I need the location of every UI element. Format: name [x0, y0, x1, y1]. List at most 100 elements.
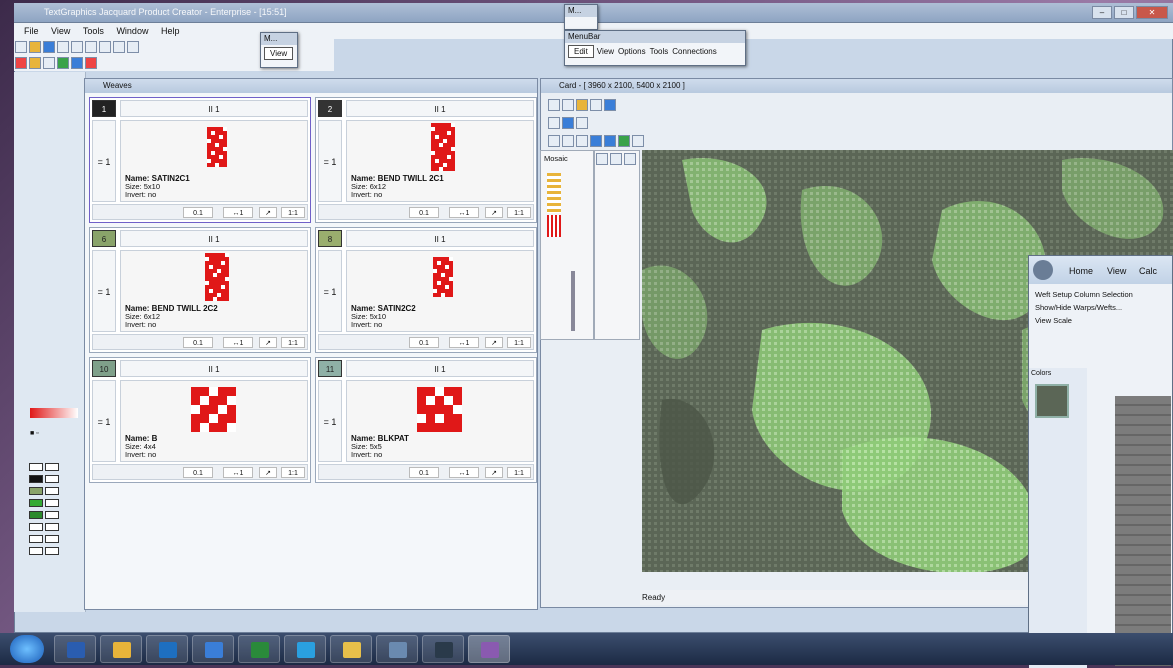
- swatch-dark-green[interactable]: [29, 511, 43, 519]
- tool-icon[interactable]: [85, 41, 97, 53]
- float-menu-connections[interactable]: Connections: [672, 47, 716, 56]
- line-icon[interactable]: [576, 117, 588, 129]
- tool-icon[interactable]: [590, 135, 602, 147]
- weave-shift[interactable]: ↔1: [449, 467, 479, 478]
- new-icon[interactable]: [15, 41, 27, 53]
- weave-scale[interactable]: 1:1: [281, 337, 305, 348]
- color-slider[interactable]: [30, 408, 78, 418]
- start-button[interactable]: [10, 635, 44, 663]
- tool-icon[interactable]: [113, 41, 125, 53]
- float-menu-tools[interactable]: Tools: [650, 47, 669, 56]
- weave-fill-icon[interactable]: [576, 99, 588, 111]
- view-button[interactable]: View: [264, 47, 294, 60]
- weave-cell-11[interactable]: 11 II 1 = 1 Name: BLKPAT Size: 5x5 Invert:…: [315, 357, 537, 483]
- card-icon[interactable]: [29, 57, 41, 69]
- swatch-olive[interactable]: [29, 487, 43, 495]
- weave-scale[interactable]: 1:1: [281, 207, 305, 218]
- weave-cell-8[interactable]: 8 II 1 = 1 Name: SATIN2C2 Size: 5x10 Inver…: [315, 227, 537, 353]
- minimize-button[interactable]: –: [1092, 6, 1112, 19]
- tool-icon[interactable]: [596, 153, 608, 165]
- select-icon[interactable]: [548, 99, 560, 111]
- tool-icon[interactable]: [562, 135, 574, 147]
- tool-icon[interactable]: [43, 57, 55, 69]
- tool-icon[interactable]: [57, 41, 69, 53]
- weave-scale[interactable]: 1:1: [507, 337, 531, 348]
- weave-cell-1[interactable]: 1 II 1 = 1 Name: SATIN2C1 Size: 5x10 Inver…: [89, 97, 311, 223]
- swatch-toggle[interactable]: [45, 487, 59, 495]
- weave-shift[interactable]: ↔1: [449, 337, 479, 348]
- weave-cell-2[interactable]: 2 II 1 = 1 Name: BEND TWILL 2C1 Size: 6x1…: [315, 97, 537, 223]
- weave-offset[interactable]: 0.1: [409, 207, 439, 218]
- weave-shift[interactable]: ↔1: [223, 337, 253, 348]
- current-color[interactable]: [1035, 384, 1069, 418]
- palette-icon[interactable]: [57, 57, 69, 69]
- weave-shift[interactable]: ↔1: [223, 467, 253, 478]
- menu-file[interactable]: File: [24, 23, 39, 39]
- swatch-toggle[interactable]: [45, 547, 59, 555]
- swatch-empty[interactable]: [29, 535, 43, 543]
- pen-icon[interactable]: [562, 117, 574, 129]
- pointer-icon[interactable]: [548, 117, 560, 129]
- weave-scale[interactable]: 1:1: [281, 467, 305, 478]
- swatch-toggle[interactable]: [45, 475, 59, 483]
- weave-offset[interactable]: 0.1: [183, 207, 213, 218]
- swatch-toggle[interactable]: [45, 535, 59, 543]
- swatch-toggle[interactable]: [45, 463, 59, 471]
- tool-icon[interactable]: [71, 41, 83, 53]
- weave-offset[interactable]: 0.1: [409, 467, 439, 478]
- network-icon[interactable]: [192, 635, 234, 663]
- mosaic-slider[interactable]: [571, 271, 575, 331]
- swatch-empty[interactable]: [29, 547, 43, 555]
- menu-help[interactable]: Help: [161, 23, 180, 39]
- swatch-toggle[interactable]: [45, 523, 59, 531]
- menu-view[interactable]: View: [51, 23, 70, 39]
- explorer-icon[interactable]: [330, 635, 372, 663]
- tool-icon[interactable]: [590, 99, 602, 111]
- tool-icon[interactable]: [618, 135, 630, 147]
- excel-icon[interactable]: [238, 635, 280, 663]
- printer-icon[interactable]: [376, 635, 418, 663]
- tab-home[interactable]: Home: [1069, 266, 1093, 276]
- word-icon[interactable]: [54, 635, 96, 663]
- app-orb-icon[interactable]: [1033, 260, 1053, 280]
- menu-tools[interactable]: Tools: [83, 23, 104, 39]
- tool-icon[interactable]: [604, 135, 616, 147]
- tab-calc[interactable]: Calc: [1139, 266, 1157, 276]
- weave-edit-icon[interactable]: ↗: [259, 207, 277, 218]
- globe-icon[interactable]: [71, 57, 83, 69]
- weave-offset[interactable]: 0.1: [409, 337, 439, 348]
- swatch-toggle[interactable]: [45, 499, 59, 507]
- weave-cell-6[interactable]: 6 II 1 = 1 Name: BEND TWILL 2C2 Size: 6x1…: [89, 227, 311, 353]
- weave-cell-10[interactable]: 10 II 1 = 1 Name: B Size: 4x4 Invert: no 0…: [89, 357, 311, 483]
- menu-window[interactable]: Window: [116, 23, 148, 39]
- weave-icon[interactable]: [15, 57, 27, 69]
- save-icon[interactable]: [43, 41, 55, 53]
- swatch-empty[interactable]: [29, 523, 43, 531]
- swatch-toggle[interactable]: [45, 511, 59, 519]
- folder-icon[interactable]: [100, 635, 142, 663]
- ribbon-item-weft-setup[interactable]: Weft Setup Column Selection: [1035, 288, 1166, 301]
- open-icon[interactable]: [29, 41, 41, 53]
- ribbon-item-show-hide[interactable]: Show/Hide Warps/Wefts...: [1035, 301, 1166, 314]
- tool-icon[interactable]: [624, 153, 636, 165]
- swatch-white[interactable]: [29, 463, 43, 471]
- swatch-black[interactable]: [29, 475, 43, 483]
- tool-icon[interactable]: [610, 153, 622, 165]
- maximize-button[interactable]: □: [1114, 6, 1134, 19]
- weave-scale[interactable]: 1:1: [507, 467, 531, 478]
- tool-icon[interactable]: [632, 135, 644, 147]
- tab-view[interactable]: View: [1107, 266, 1126, 276]
- float-menu-options[interactable]: Options: [618, 47, 646, 56]
- close-button[interactable]: ✕: [1136, 6, 1168, 19]
- ribbon-item-view-scale[interactable]: View Scale: [1035, 314, 1166, 327]
- outlook-icon[interactable]: [146, 635, 188, 663]
- swatch-green[interactable]: [29, 499, 43, 507]
- float-menu-view[interactable]: View: [597, 47, 614, 56]
- tool-icon[interactable]: [576, 135, 588, 147]
- grid-icon[interactable]: [562, 99, 574, 111]
- weave-shift[interactable]: ↔1: [223, 207, 253, 218]
- grid-icon[interactable]: [85, 57, 97, 69]
- weave-shift[interactable]: ↔1: [449, 207, 479, 218]
- ie-icon[interactable]: [284, 635, 326, 663]
- weave-offset[interactable]: 0.1: [183, 467, 213, 478]
